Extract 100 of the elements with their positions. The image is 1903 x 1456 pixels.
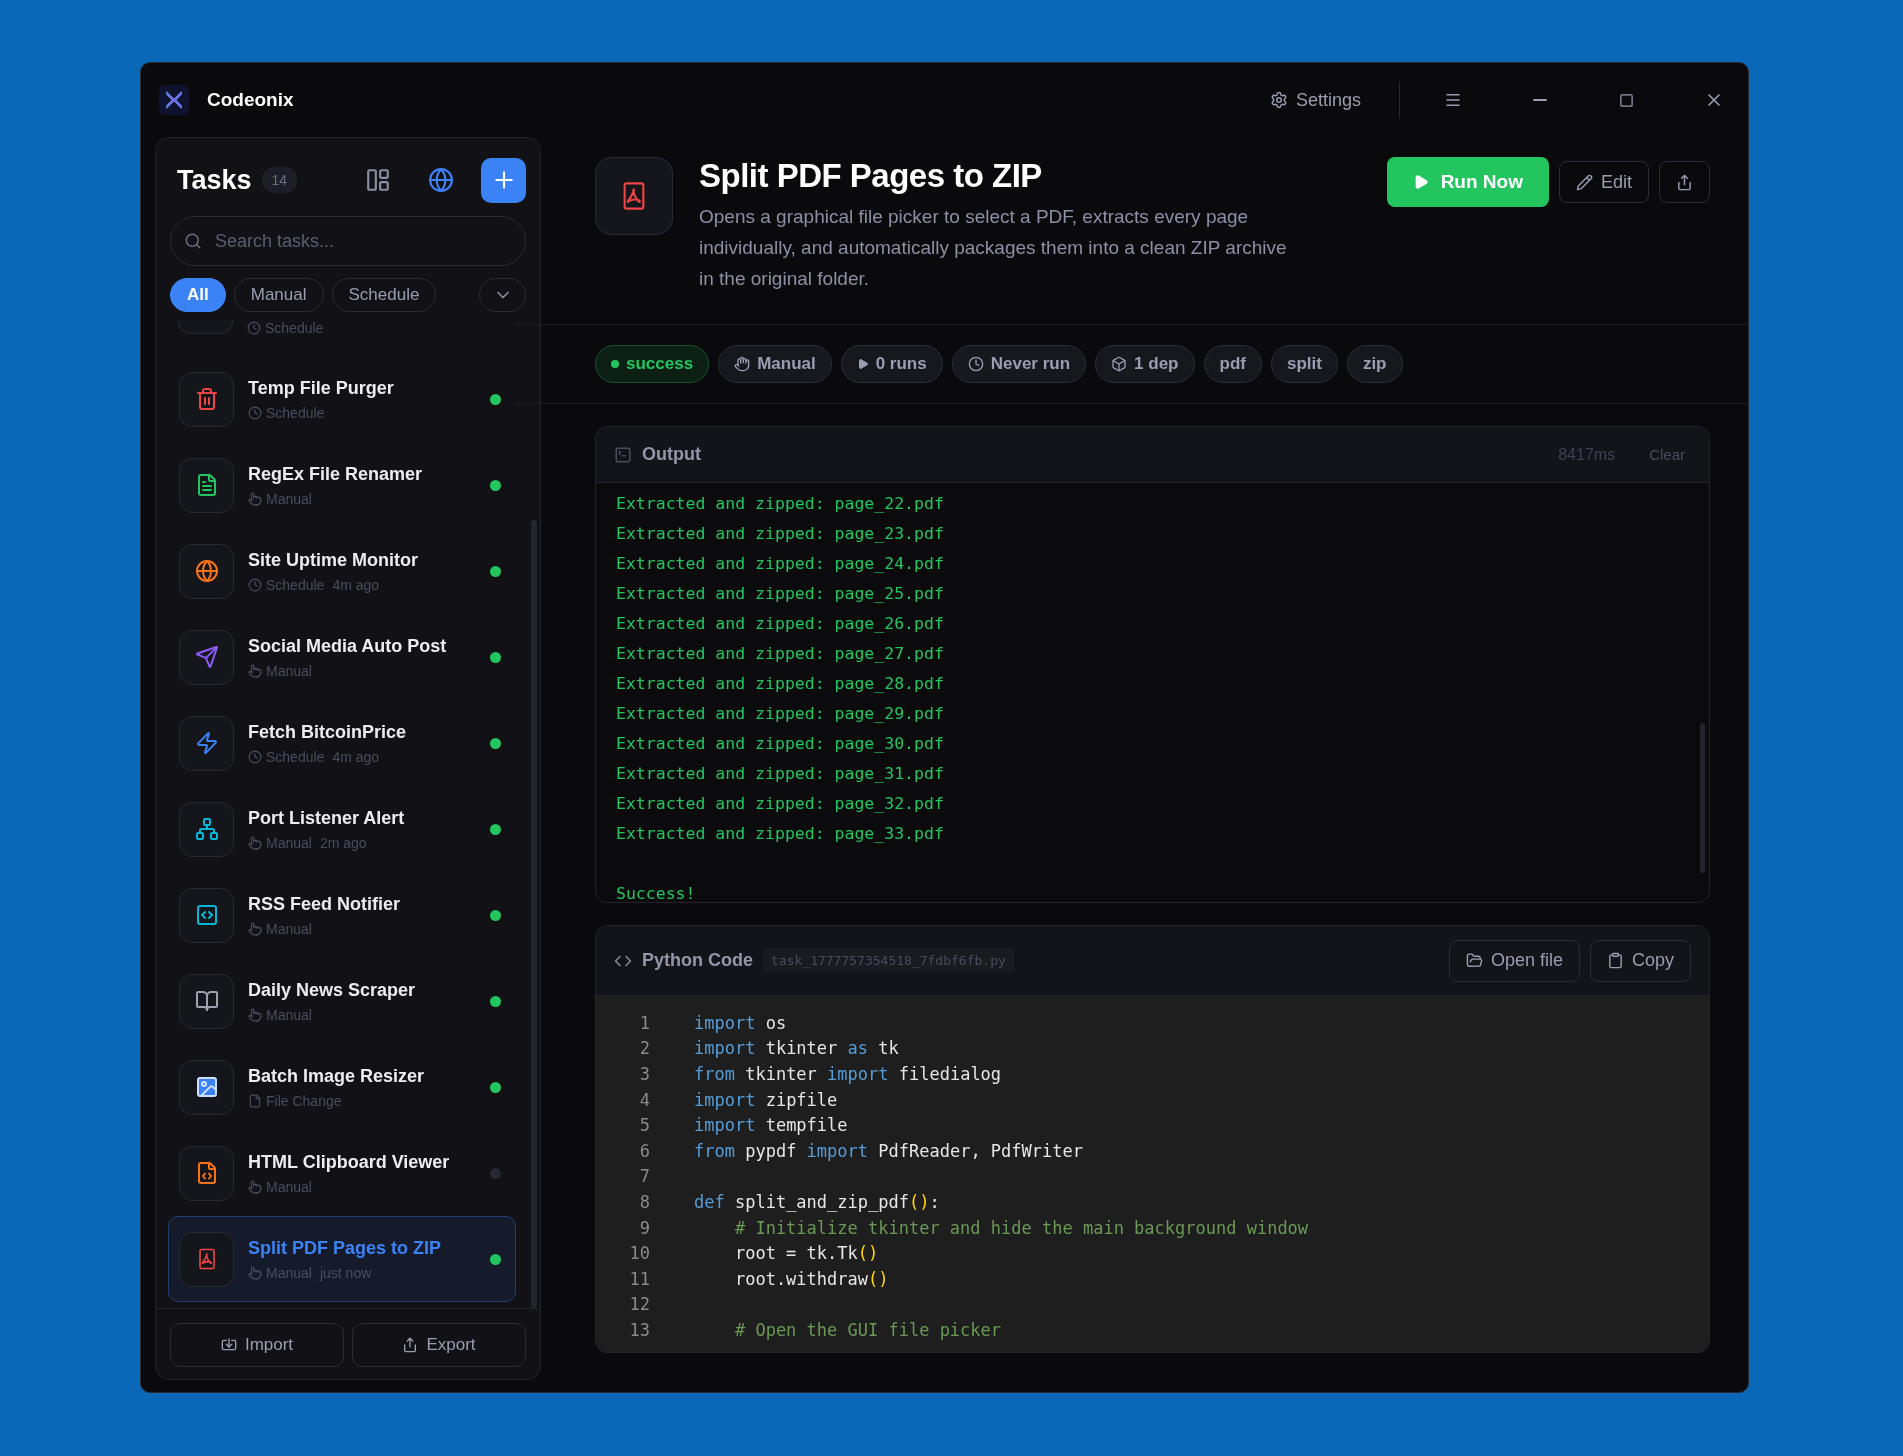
output-line: Extracted and zipped: page_30.pdf: [616, 733, 945, 755]
import-button[interactable]: Import: [170, 1323, 344, 1367]
line-number: 1: [638, 1012, 650, 1033]
task-name: Site Uptime Monitor: [248, 549, 419, 571]
task-count: 14: [261, 167, 298, 193]
clipboard-icon: [1606, 952, 1624, 969]
line-number: 2: [638, 1038, 650, 1059]
scrollbar-thumb[interactable]: [1700, 723, 1705, 873]
task-item[interactable]: Fetch BitcoinPrice Schedule 4m ago: [168, 700, 516, 786]
task-title: Split PDF Pages to ZIP: [699, 157, 1043, 195]
panel-title: Python Code: [642, 950, 753, 971]
search-field[interactable]: Search tasks...: [170, 216, 526, 266]
hand-pointer-icon: [248, 1007, 262, 1022]
task-item[interactable]: Daily News Scraper Manual: [168, 958, 516, 1044]
last-run-time: 4m ago: [332, 748, 380, 765]
filter-tab[interactable]: All: [170, 278, 226, 312]
task-name: Temp File Purger: [248, 377, 395, 399]
tag-chip: pdf: [1203, 345, 1262, 383]
task-item[interactable]: RSS Feed Notifier Manual: [168, 872, 516, 958]
export-button[interactable]: Export: [352, 1323, 526, 1367]
clock-icon: [248, 405, 262, 420]
hand-pointer-icon: [248, 1265, 262, 1280]
trigger-label: Manual: [248, 662, 312, 679]
task-item[interactable]: Social Media Auto Post Manual: [168, 614, 516, 700]
trigger-label: Manual: [248, 920, 312, 937]
last-run-time: 4m ago: [332, 576, 380, 593]
share-button[interactable]: [1659, 161, 1710, 203]
task-description: Opens a graphical file picker to select a PDF, extracts every page individually, and automatically packages them into a clean ZIP archive in the original folder.: [699, 205, 1288, 291]
info-chip: success: [595, 345, 710, 383]
code-line: # Initialize tkinter and hide the main background window: [733, 1217, 1309, 1238]
trigger-label: Schedule: [248, 576, 325, 593]
minimize-icon: [1532, 99, 1547, 101]
line-number: 4: [638, 1089, 650, 1110]
task-name: Fetch BitcoinPrice: [248, 721, 408, 743]
output-result: Success!: [616, 883, 697, 902]
line-number: 6: [638, 1140, 650, 1161]
task-name: RSS Feed Notifier: [248, 893, 402, 915]
app-logo: [159, 85, 189, 115]
play-icon: [856, 358, 869, 370]
output-line: Extracted and zipped: page_26.pdf: [616, 613, 945, 635]
task-name: Port Listener Alert: [248, 807, 406, 829]
task-item[interactable]: Site Uptime Monitor Schedule 4m ago: [168, 528, 516, 614]
output-line: Extracted and zipped: page_23.pdf: [616, 523, 945, 545]
output-line: Extracted and zipped: page_27.pdf: [616, 643, 945, 665]
code-line: import zipfile: [694, 1089, 838, 1110]
line-number: 7: [638, 1166, 650, 1187]
info-chip: Never run: [951, 345, 1087, 383]
code-line: # Open the GUI file picker: [733, 1319, 1002, 1340]
task-name: Batch Image Resizer: [248, 1065, 426, 1087]
task-item[interactable]: Batch Image Resizer File Change: [168, 1044, 516, 1130]
open-file-button[interactable]: Open file: [1448, 939, 1580, 982]
hand-pointer-icon: [248, 835, 262, 850]
terminal-icon: [614, 445, 632, 464]
clock-icon: [247, 321, 261, 335]
code-line: root = tk.Tk(): [733, 1243, 879, 1264]
settings-button[interactable]: Settings: [1249, 80, 1381, 120]
panel-title: Output: [642, 444, 701, 465]
info-chip: 0 runs: [840, 345, 943, 383]
add-task-button[interactable]: [481, 157, 526, 203]
line-number: 8: [638, 1191, 650, 1212]
code-line: root.withdraw(): [733, 1268, 889, 1289]
task-item[interactable]: RegEx File Renamer Manual: [168, 442, 516, 528]
app-title: Codeonix: [207, 89, 295, 111]
line-number: 12: [628, 1294, 650, 1315]
code-line: from tkinter import filedialog: [694, 1064, 1002, 1084]
output-line: Extracted and zipped: page_24.pdf: [616, 553, 945, 575]
task-icon-tile: [178, 320, 233, 334]
menu-icon: [1443, 91, 1462, 109]
hand-pointer-icon: [248, 663, 262, 678]
task-name: RegEx File Renamer: [248, 463, 424, 485]
share-icon: [1676, 173, 1693, 191]
task-item[interactable]: HTML Clipboard Viewer Manual: [168, 1130, 516, 1216]
output-line: Extracted and zipped: page_29.pdf: [616, 703, 945, 725]
task-item[interactable]: Port Listener Alert Manual 2m ago: [168, 786, 516, 872]
output-line: Extracted and zipped: page_22.pdf: [616, 493, 945, 515]
last-run-time: 2m ago: [319, 834, 367, 851]
folder-icon: [1465, 952, 1483, 969]
maximize-icon: [1619, 92, 1634, 108]
line-number: 13: [628, 1319, 650, 1340]
output-line: Extracted and zipped: page_31.pdf: [616, 763, 945, 785]
trigger-label: Manual: [248, 1006, 312, 1023]
layout-icon: [364, 167, 391, 193]
line-number: 3: [638, 1064, 650, 1084]
copy-button[interactable]: Copy: [1589, 939, 1691, 982]
line-number: 9: [638, 1217, 650, 1238]
hand-pointer-icon: [248, 1179, 262, 1194]
settings-icon: [1269, 91, 1288, 109]
status-dot: [611, 360, 619, 368]
edit-button[interactable]: Edit: [1558, 161, 1649, 203]
trigger-label: File Change: [248, 1092, 342, 1109]
hand-icon: [734, 356, 751, 372]
info-chip: Manual: [718, 345, 832, 383]
line-number: 5: [638, 1115, 650, 1136]
globe-icon: [427, 167, 454, 193]
task-item[interactable]: Temp File Purger Schedule: [168, 356, 516, 442]
sidebar-title: Tasks: [177, 164, 252, 196]
line-number: 10: [628, 1243, 650, 1264]
import-icon: [220, 1337, 237, 1353]
package-icon: [1111, 356, 1128, 372]
task-name: Split PDF Pages to ZIP: [248, 1237, 443, 1259]
